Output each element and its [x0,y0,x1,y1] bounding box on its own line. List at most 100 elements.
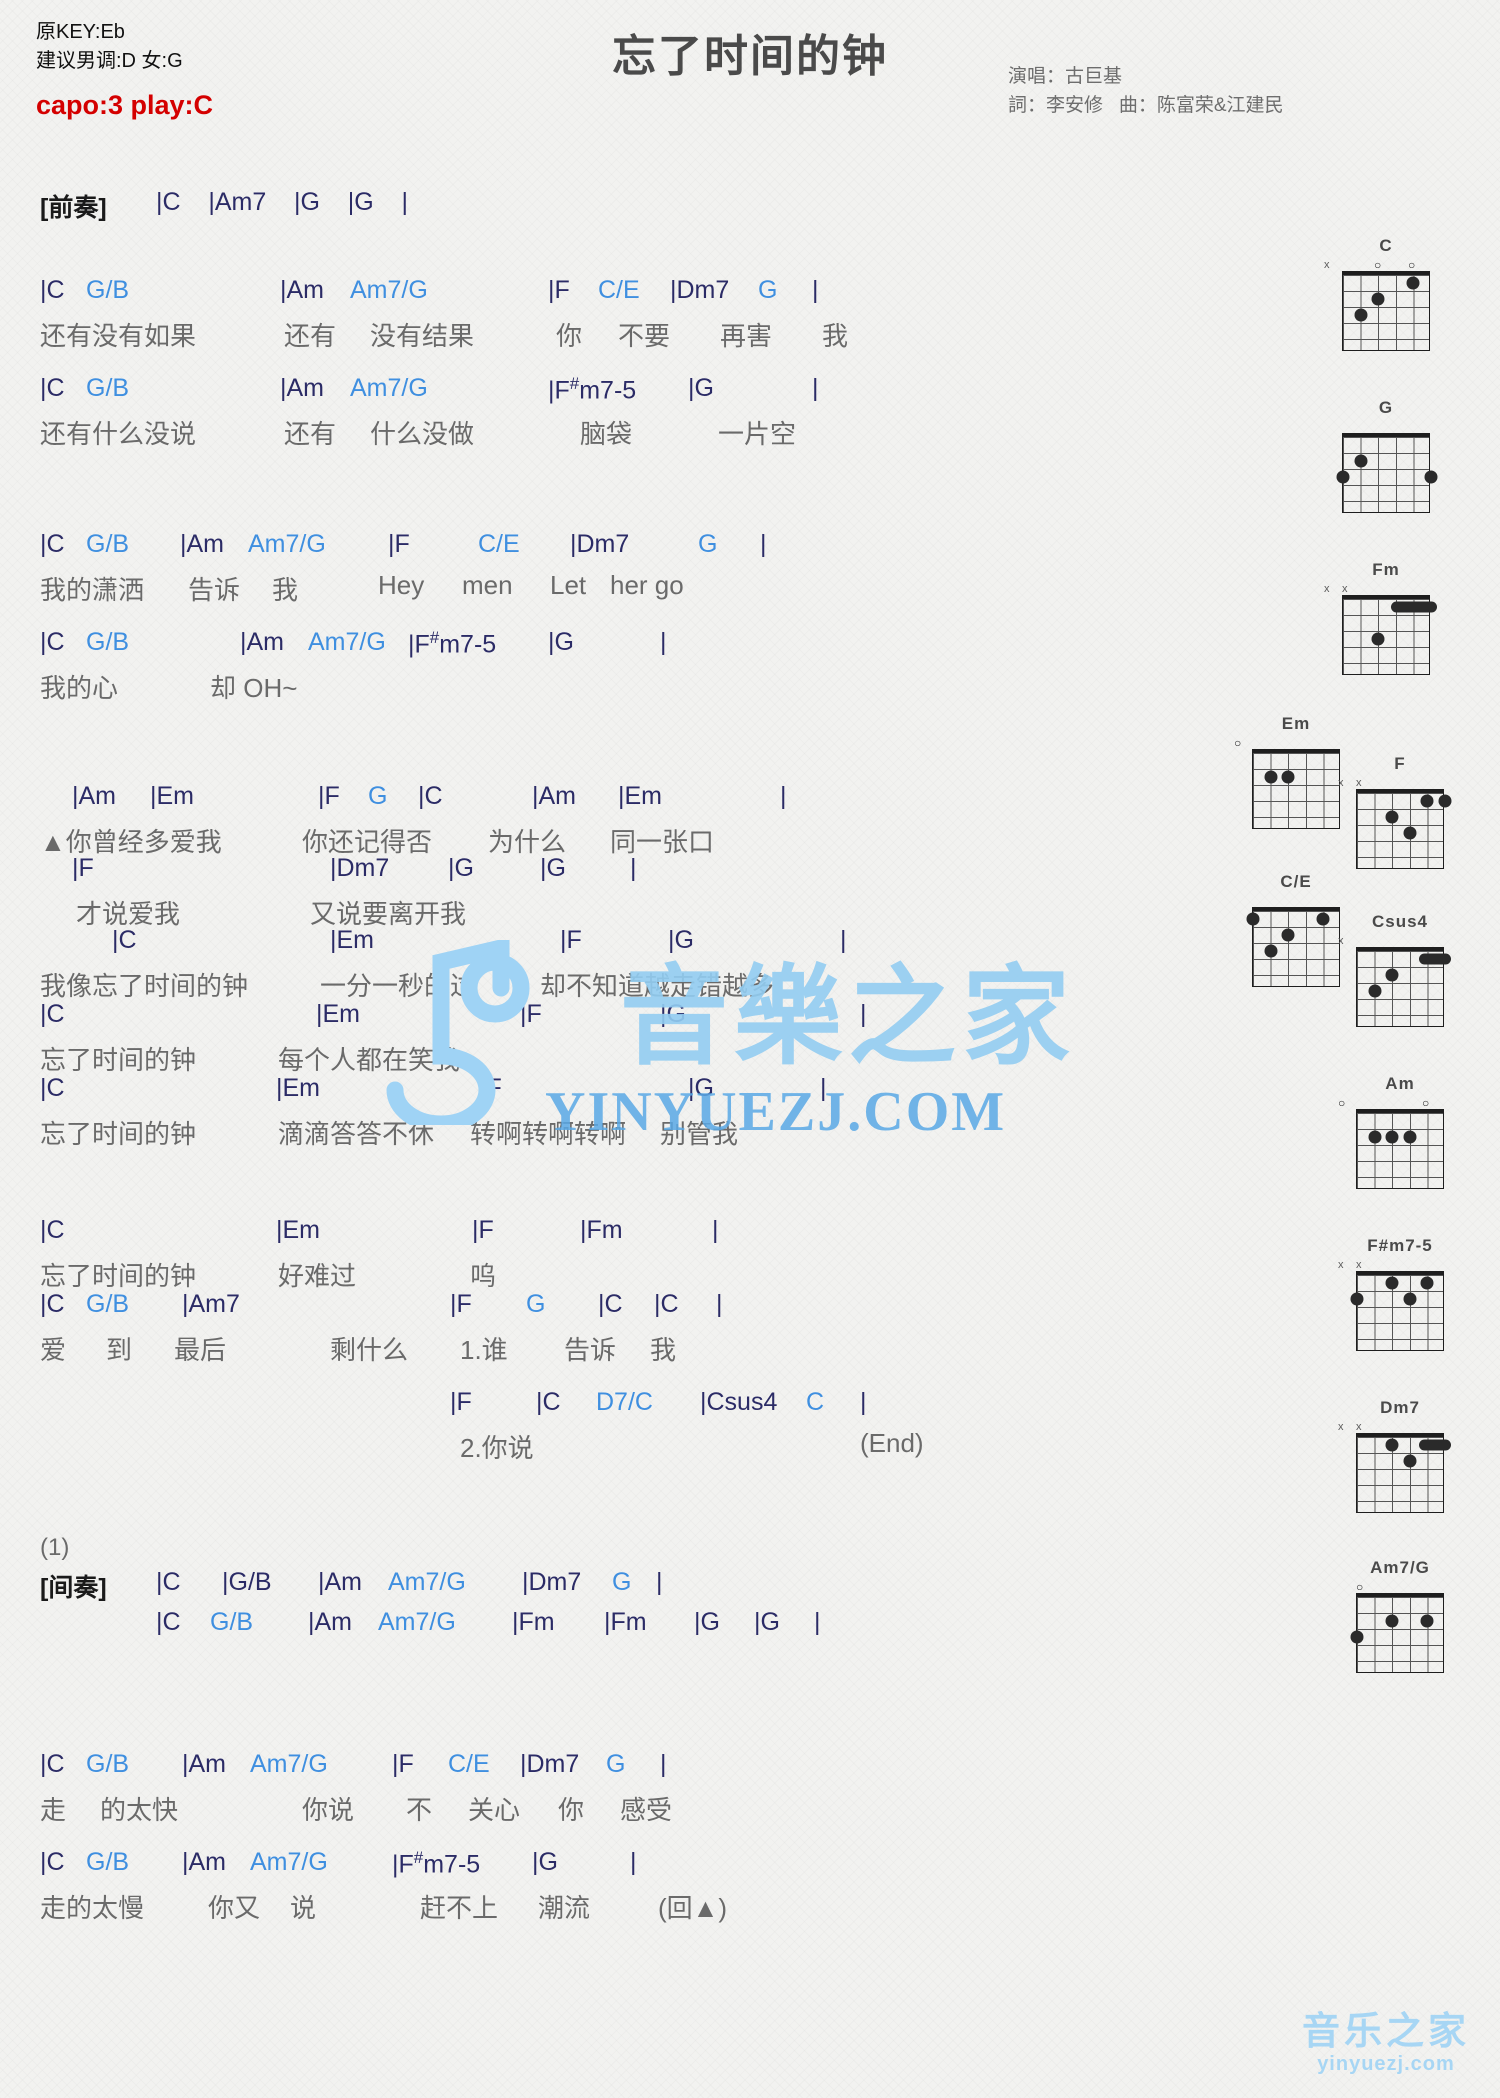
chord-diagram-F: F x x [1338,754,1460,869]
finger-dot [1420,794,1434,808]
chord-token-sharp: |F#m7-5 [392,1848,481,1879]
chord-diagram-Csus4: Csus4 x [1338,912,1460,1027]
finger-dot [1420,1276,1434,1290]
chord-token: |Em [276,1216,320,1244]
watermark-domain: YINYUEZJ.COM [545,1081,1007,1143]
lyric-token: 的太快 [100,1795,179,1825]
chord-token: |Am [72,782,116,810]
chord-diagram-name: C [1379,236,1393,255]
chord-token: |G [548,628,574,656]
fretboard-grid [1342,595,1437,675]
chord-token: |Fm [512,1608,555,1636]
lyric-token: 还有什么没说 [40,419,197,449]
chord-token: G/B [86,1848,130,1876]
finger-dot [1438,794,1452,808]
lyric-token: 说 [290,1893,317,1923]
chord-token: |C [112,926,137,954]
finger-dot [1385,1276,1399,1290]
watermark-corner: 音乐之家 yinyuezj.com [1301,2011,1470,2076]
chord-token: G/B [210,1608,254,1636]
end-marker: (End) [860,1428,924,1458]
lyric-token: her go [610,570,684,600]
chord-token: |C [40,276,65,304]
chord-token: G [758,276,778,304]
lyric-token: 赶不上 [420,1893,499,1923]
chorus8-block: |F |C D7/C |Csus4 C | 2.你说 (End) [40,1388,1240,1472]
finger-dot [1403,1454,1417,1468]
chord-diagram-C: C x ○ ○ [1324,236,1446,351]
chord-diagram-name: G [1378,398,1394,417]
chord-token: Am7/G [350,374,428,402]
lyric-token: 你 [558,1795,585,1825]
lyric-token-ending2: 2.你说 [460,1433,534,1463]
chord-token: |Dm7 [570,530,630,558]
finger-dot [1385,1130,1399,1144]
chord-token: |C |Am7 |G |G | [156,188,408,216]
lyric-token: 我像忘了时间的钟 [40,971,249,1001]
chord-token: |G [448,854,474,882]
chord-token: |G [754,1608,780,1636]
finger-dot [1385,810,1399,824]
lyric-token: 一片空 [718,419,797,449]
string-markers: x x [1338,777,1460,789]
chord-token: |C [40,374,65,402]
lyric-token: 告诉 [564,1335,617,1365]
interlude-block: (1) [间奏] |C |G/B |Am Am7/G |Dm7 G | |C G… [40,1534,1240,1648]
chord-token: |C [40,1000,65,1028]
chord-token: C [806,1388,825,1416]
open-marker: ○ [1234,736,1242,750]
finger-dot [1281,928,1295,942]
finger-dot [1420,1614,1434,1628]
chord-token: |C [40,1290,65,1318]
chord-diagram-Fm: Fm x x [1324,560,1446,675]
chord-token: |G [688,374,714,402]
chord-diagram-name: C/E [1280,872,1312,891]
paragraph-number: (1) [40,1534,70,1561]
finger-dot [1246,912,1260,926]
chord-token: |F [72,854,94,882]
lyric-token: 忘了时间的钟 [40,1045,197,1075]
finger-dot [1403,826,1417,840]
chord-token: |F [472,1216,494,1244]
lyric-token: 潮流 [538,1893,591,1923]
mute-marker: x [1342,583,1348,595]
lyric-token: 忘了时间的钟 [40,1261,197,1291]
finger-dot [1281,770,1295,784]
chord-token: |Em [330,926,374,954]
chorus7-block: |C G/B |Am7 |F G |C |C | 爱 到 最后 剩什么 1.谁 … [40,1290,1240,1374]
chord-token: C/E [448,1750,490,1778]
chord-diagram-Dm7: Dm7 x x [1338,1398,1460,1513]
fretboard-grid [1336,433,1438,513]
chord-token: |C [156,1608,181,1636]
lyric-token: 我的心 [40,673,119,703]
string-markers: ○ ○ [1338,1096,1460,1110]
finger-dot [1385,1438,1399,1452]
lyric-token: 脑袋 [580,419,633,449]
chord-token-sharp: |F#m7-5 [408,628,497,659]
chorus6-block: |C |Em |F |Fm | 忘了时间的钟 好难过 呜 [40,1216,1240,1300]
chord-diagram-name: Csus4 [1371,912,1429,931]
lyric-token: 我 [650,1335,677,1365]
lyric-token: 你说 [302,1795,355,1825]
chord-diagram-name: F#m7-5 [1367,1236,1433,1255]
chord-diagram-C-E: C/E [1236,872,1356,987]
chord-token: |Am [308,1608,352,1636]
barre-bar [1419,953,1451,965]
singer-credit: 演唱：古巨基 [1008,66,1123,87]
watermark-corner-cn: 音乐之家 [1301,2011,1470,2054]
lyric-token: 最后 [174,1335,227,1365]
chord-token: |Em [316,1000,360,1028]
chord-token: |F [388,530,410,558]
mute-marker: x [1356,1421,1362,1433]
chord-diagram-name: Em [1281,714,1311,733]
chord-token: |G [694,1608,720,1636]
fretboard-grid [1356,1433,1451,1513]
mute-marker: x [1338,777,1344,789]
lyric-token: 却 OH~ [210,673,298,703]
chord-token: | [660,628,667,656]
open-marker: ○ [1338,1096,1346,1110]
string-markers [1326,422,1446,433]
finger-dot [1354,454,1368,468]
chord-diagram-Am7-G: Am7/G ○ [1340,1558,1460,1673]
mute-marker: x [1324,259,1330,271]
